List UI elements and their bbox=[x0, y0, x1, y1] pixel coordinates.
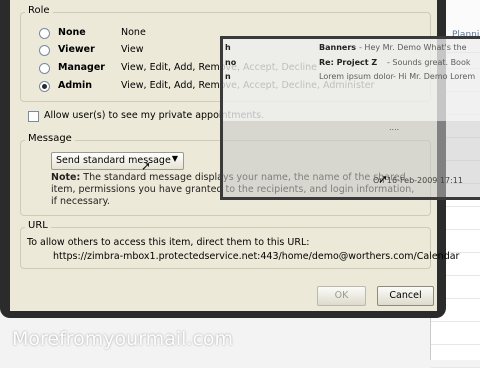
url-intro-text: To allow others to access this item, dir… bbox=[27, 237, 310, 248]
mouse-cursor-icon: ➚ bbox=[141, 159, 152, 173]
role-manager-name: Manager bbox=[58, 62, 105, 73]
role-none-name: None bbox=[58, 27, 86, 38]
ok-button[interactable]: OK bbox=[317, 286, 366, 306]
preview-row-snippet: - Hey Mr. Demo What's the bbox=[359, 43, 467, 52]
role-admin-name: Admin bbox=[58, 80, 93, 91]
preview-row-sender: h bbox=[225, 43, 231, 52]
url-fieldset: URL To allow others to access this item,… bbox=[20, 220, 459, 269]
cancel-button[interactable]: Cancel bbox=[377, 286, 434, 306]
role-legend: Role bbox=[25, 5, 53, 16]
preview-row-sender: no bbox=[225, 58, 237, 67]
private-appointments-checkbox[interactable] bbox=[28, 111, 39, 122]
preview-row-snippet: - Sounds great. Book bbox=[387, 58, 471, 67]
role-none-permissions: None bbox=[121, 27, 146, 38]
dropdown-arrow-icon: ▼ bbox=[171, 154, 178, 163]
note-label: Note: bbox=[51, 172, 81, 183]
url-legend: URL bbox=[25, 220, 51, 231]
message-type-select[interactable]: Send standard message ▼ bbox=[51, 152, 184, 170]
message-legend: Message bbox=[25, 133, 75, 144]
mouse-cursor-icon: ➚ bbox=[378, 172, 389, 186]
preview-splitter[interactable]: .... bbox=[389, 123, 399, 132]
role-none-radio[interactable] bbox=[39, 28, 50, 39]
preview-row-snippet: - Hi Mr. Demo Lorem bbox=[393, 72, 476, 81]
share-url[interactable]: https://zimbra-mbox1.protectedservice.ne… bbox=[53, 251, 459, 262]
role-viewer-name: Viewer bbox=[58, 44, 95, 55]
preview-row-sender: n bbox=[225, 72, 231, 81]
preview-row-subject[interactable]: Lorem ipsum dolor bbox=[319, 72, 394, 81]
role-viewer-permissions: View bbox=[121, 44, 144, 55]
preview-list: h Banners - Hey Mr. Demo What's the no R… bbox=[223, 39, 480, 121]
role-manager-radio[interactable] bbox=[39, 63, 50, 74]
preview-row-subject[interactable]: Re: Project Z bbox=[319, 58, 377, 67]
role-viewer-radio[interactable] bbox=[39, 45, 50, 56]
watermark-text: Morefromyourmail.com bbox=[12, 328, 234, 350]
message-type-value: Send standard message bbox=[56, 155, 171, 166]
role-admin-radio[interactable] bbox=[39, 81, 50, 92]
preview-row-subject[interactable]: Banners bbox=[319, 43, 356, 52]
message-preview-popup: h Banners - Hey Mr. Demo What's the no R… bbox=[220, 36, 480, 200]
